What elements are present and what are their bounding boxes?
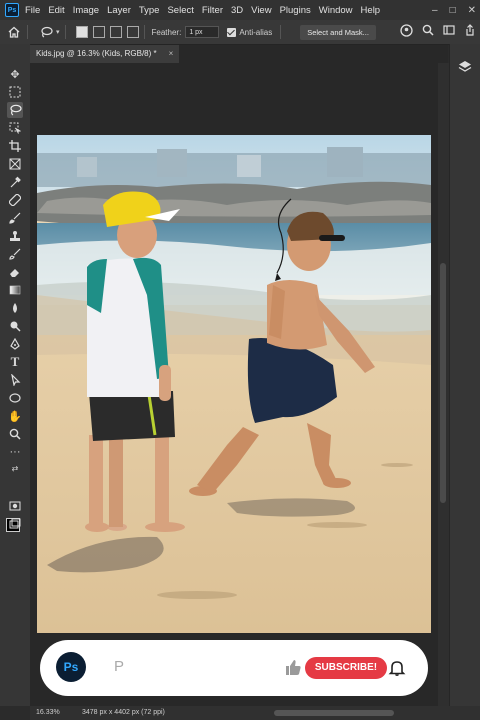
type-tool-icon[interactable]: T	[7, 354, 23, 370]
close-tab-icon[interactable]: ×	[169, 49, 174, 58]
antialias-checkbox[interactable]	[227, 27, 237, 37]
channel-logo[interactable]: Ps	[56, 652, 86, 682]
menu-bar: Ps File Edit Image Layer Type Select Fil…	[0, 0, 480, 20]
intersect-selection-button[interactable]	[126, 26, 139, 38]
add-to-selection-button[interactable]	[92, 26, 105, 38]
search-icon[interactable]	[422, 24, 434, 36]
menu-image[interactable]: Image	[73, 5, 99, 16]
antialias-label: Anti-alias	[239, 27, 273, 37]
screen-mode-icon[interactable]	[7, 516, 23, 532]
hand-tool-icon[interactable]: ✋	[7, 408, 23, 424]
layers-panel-icon[interactable]	[458, 60, 472, 79]
horizontal-scrollbar[interactable]	[274, 710, 394, 716]
document-dimensions[interactable]: 3478 px x 4402 px (72 ppi)	[82, 706, 165, 720]
crop-tool-icon[interactable]	[7, 138, 23, 154]
menu-type[interactable]: Type	[139, 5, 160, 16]
clone-stamp-tool-icon[interactable]	[7, 228, 23, 244]
dodge-tool-icon[interactable]	[7, 318, 23, 334]
frame-tool-icon[interactable]	[7, 156, 23, 172]
path-selection-tool-icon[interactable]	[7, 372, 23, 388]
healing-brush-tool-icon[interactable]	[7, 192, 23, 208]
divider	[64, 25, 66, 39]
menu-edit[interactable]: Edit	[48, 5, 64, 16]
divider	[143, 25, 145, 39]
lasso-preset-icon[interactable]	[39, 24, 55, 40]
eraser-tool-icon[interactable]	[7, 264, 23, 280]
menu-plugins[interactable]: Plugins	[280, 5, 311, 16]
minimize-button[interactable]: –	[432, 5, 438, 16]
close-button[interactable]: ✕	[468, 5, 476, 16]
feather-input[interactable]: 1 px	[185, 26, 220, 38]
home-icon[interactable]	[6, 24, 22, 40]
document-tab[interactable]: Kids.jpg @ 16.3% (Kids, RGB/8) * ×	[30, 45, 180, 63]
more-tools-icon[interactable]: ···	[7, 444, 23, 460]
menu-file[interactable]: File	[25, 5, 40, 16]
subtract-from-selection-button[interactable]	[109, 26, 122, 38]
status-bar: 16.33% 3478 px x 4402 px (72 ppi)	[30, 706, 480, 720]
cloud-user-icon[interactable]	[400, 24, 413, 37]
bell-icon[interactable]	[388, 659, 406, 677]
swap-colors-icon[interactable]: ⇄	[7, 460, 23, 476]
history-brush-tool-icon[interactable]	[7, 246, 23, 262]
object-selection-tool-icon[interactable]	[7, 120, 23, 136]
photoshop-logo[interactable]: Ps	[5, 3, 19, 17]
panels-dock	[449, 44, 480, 706]
menu-filter[interactable]: Filter	[202, 5, 223, 16]
feather-label: Feather:	[151, 27, 182, 37]
menu-window[interactable]: Window	[319, 5, 353, 16]
subscribe-button[interactable]: SUBSCRIBE!	[305, 657, 387, 679]
new-selection-button[interactable]	[75, 26, 88, 38]
pen-tool-icon[interactable]	[7, 336, 23, 352]
menu-3d[interactable]: 3D	[231, 5, 243, 16]
eyedropper-tool-icon[interactable]	[7, 174, 23, 190]
tools-panel: ✥ T ✋ ··· ⇄	[0, 44, 31, 706]
gradient-tool-icon[interactable]	[7, 282, 23, 298]
quick-mask-icon[interactable]	[7, 498, 23, 514]
share-icon[interactable]	[464, 24, 476, 36]
window-controls: – □ ✕	[432, 0, 476, 20]
scrollbar-thumb[interactable]	[440, 263, 446, 503]
channel-initial: P	[114, 658, 125, 675]
document-tab-bar: Kids.jpg @ 16.3% (Kids, RGB/8) * ×	[30, 45, 448, 63]
ellipse-tool-icon[interactable]	[7, 390, 23, 406]
menu-select[interactable]: Select	[167, 5, 193, 16]
chevron-down-icon[interactable]: ▾	[56, 28, 60, 36]
thumbs-up-icon[interactable]	[284, 659, 302, 677]
subscribe-overlay: Ps P SUBSCRIBE!	[40, 640, 428, 696]
menu-help[interactable]: Help	[361, 5, 381, 16]
maximize-button[interactable]: □	[450, 5, 456, 16]
zoom-level[interactable]: 16.33%	[36, 706, 60, 720]
blur-tool-icon[interactable]	[7, 300, 23, 316]
options-bar: ▾ Feather: 1 px Anti-alias Select and Ma…	[0, 20, 480, 45]
document-tab-title: Kids.jpg @ 16.3% (Kids, RGB/8) *	[36, 49, 157, 58]
divider	[280, 25, 282, 39]
menu-layer[interactable]: Layer	[107, 5, 131, 16]
workspace-icon[interactable]	[443, 24, 455, 36]
marquee-tool-icon[interactable]	[7, 84, 23, 100]
divider	[27, 25, 28, 39]
document-image[interactable]	[37, 135, 431, 633]
move-tool-icon[interactable]: ✥	[7, 66, 23, 82]
lasso-tool-icon[interactable]	[7, 102, 23, 118]
options-right-icons	[400, 24, 476, 37]
select-and-mask-button[interactable]: Select and Mask...	[300, 24, 376, 40]
menu-view[interactable]: View	[251, 5, 271, 16]
zoom-tool-icon[interactable]	[7, 426, 23, 442]
vertical-scrollbar[interactable]	[438, 63, 449, 706]
brush-tool-icon[interactable]	[7, 210, 23, 226]
